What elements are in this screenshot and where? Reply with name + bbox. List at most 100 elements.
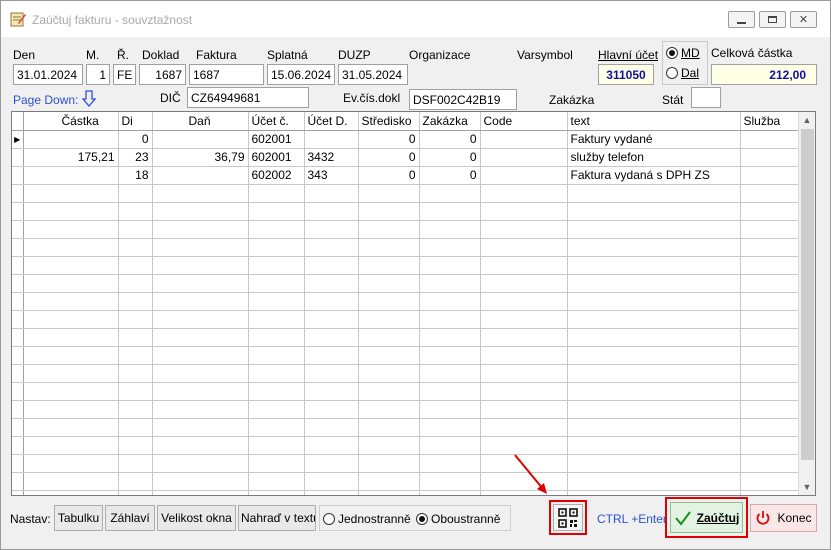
- table-cell[interactable]: 0: [358, 130, 420, 149]
- table-cell[interactable]: [118, 400, 153, 419]
- table-cell[interactable]: [23, 202, 119, 221]
- table-cell[interactable]: [248, 292, 305, 311]
- title-bar[interactable]: Zaúčtuj fakturu - souvztažnost ✕: [1, 1, 830, 37]
- table-cell[interactable]: [248, 238, 305, 257]
- table-cell[interactable]: [152, 202, 249, 221]
- table-cell[interactable]: [152, 364, 249, 383]
- table-cell[interactable]: 0: [358, 148, 420, 167]
- table-cell[interactable]: [419, 490, 481, 495]
- konec-button[interactable]: Konec: [750, 504, 817, 532]
- faktura-field[interactable]: 1687: [189, 64, 264, 85]
- table-cell[interactable]: [480, 310, 568, 329]
- table-row[interactable]: ▶ 0 602001 0 0 Faktury vydané: [12, 130, 801, 149]
- table-cell[interactable]: [152, 490, 249, 495]
- table-cell[interactable]: [304, 472, 359, 491]
- dic-field[interactable]: CZ64949681: [187, 87, 309, 108]
- column-header[interactable]: Daň: [152, 112, 249, 131]
- nahrad-v-textu-button[interactable]: Nahraď v textu: [238, 505, 316, 531]
- table-cell[interactable]: [358, 382, 420, 401]
- table-cell[interactable]: [419, 238, 481, 257]
- table-cell[interactable]: [23, 238, 119, 257]
- tabulku-button[interactable]: Tabulku: [54, 505, 103, 531]
- table-cell[interactable]: [419, 382, 481, 401]
- table-cell[interactable]: [358, 274, 420, 293]
- table-cell[interactable]: 36,79: [152, 148, 249, 167]
- dal-radio[interactable]: Dal: [666, 66, 699, 80]
- table-cell[interactable]: [480, 400, 568, 419]
- table-cell[interactable]: [419, 310, 481, 329]
- table-cell[interactable]: [304, 364, 359, 383]
- line-items-grid[interactable]: Částka Di Daň Účet č. Účet D. Středisko Zakázk…: [11, 111, 816, 496]
- row-indicator[interactable]: [12, 436, 24, 455]
- table-cell[interactable]: [304, 382, 359, 401]
- column-header[interactable]: Středisko: [358, 112, 420, 131]
- table-row[interactable]: [12, 292, 801, 311]
- table-cell[interactable]: [152, 166, 249, 185]
- row-indicator[interactable]: [12, 418, 24, 437]
- table-cell[interactable]: [567, 274, 741, 293]
- table-cell[interactable]: [567, 238, 741, 257]
- table-cell[interactable]: [304, 454, 359, 473]
- table-cell[interactable]: [358, 400, 420, 419]
- table-cell[interactable]: [358, 256, 420, 275]
- table-row[interactable]: [12, 256, 801, 275]
- row-indicator[interactable]: [12, 472, 24, 491]
- table-cell[interactable]: [304, 436, 359, 455]
- table-cell[interactable]: [23, 256, 119, 275]
- table-cell[interactable]: [358, 328, 420, 347]
- table-cell[interactable]: [248, 310, 305, 329]
- table-cell[interactable]: [480, 382, 568, 401]
- table-cell[interactable]: [152, 256, 249, 275]
- column-header[interactable]: Zakázka: [419, 112, 481, 131]
- table-cell[interactable]: [152, 292, 249, 311]
- table-cell[interactable]: [248, 202, 305, 221]
- table-cell[interactable]: [567, 202, 741, 221]
- table-cell[interactable]: [304, 202, 359, 221]
- table-cell[interactable]: [740, 238, 801, 257]
- table-cell[interactable]: [118, 274, 153, 293]
- table-cell[interactable]: [740, 328, 801, 347]
- table-cell[interactable]: [152, 472, 249, 491]
- table-cell[interactable]: [358, 238, 420, 257]
- table-cell[interactable]: [248, 364, 305, 383]
- table-cell[interactable]: [419, 364, 481, 383]
- row-indicator[interactable]: [12, 184, 24, 203]
- table-cell[interactable]: [740, 490, 801, 495]
- table-row[interactable]: [12, 238, 801, 257]
- table-cell[interactable]: Faktury vydané: [567, 130, 741, 149]
- row-indicator[interactable]: [12, 274, 24, 293]
- table-cell[interactable]: [118, 490, 153, 495]
- table-cell[interactable]: [480, 184, 568, 203]
- table-cell[interactable]: [480, 130, 568, 149]
- ev-cis-field[interactable]: DSF002C42B19: [409, 89, 517, 110]
- table-cell[interactable]: [23, 310, 119, 329]
- doklad-field[interactable]: 1687: [139, 64, 186, 85]
- table-cell[interactable]: [567, 454, 741, 473]
- table-row[interactable]: [12, 382, 801, 401]
- table-cell[interactable]: [740, 454, 801, 473]
- table-cell[interactable]: [480, 418, 568, 437]
- row-indicator[interactable]: [12, 328, 24, 347]
- table-cell[interactable]: [304, 346, 359, 365]
- table-row[interactable]: [12, 490, 801, 495]
- table-cell[interactable]: 3432: [304, 148, 359, 167]
- table-cell[interactable]: 602002: [248, 166, 305, 185]
- table-cell[interactable]: [248, 328, 305, 347]
- table-cell[interactable]: [23, 436, 119, 455]
- table-cell[interactable]: [740, 310, 801, 329]
- table-cell[interactable]: 0: [419, 148, 481, 167]
- table-cell[interactable]: [118, 364, 153, 383]
- table-row[interactable]: 175,21 23 36,79 602001 3432 0 0 služby telefon: [12, 148, 801, 167]
- column-header[interactable]: Code: [480, 112, 568, 131]
- table-cell[interactable]: [480, 328, 568, 347]
- table-cell[interactable]: [740, 130, 801, 149]
- table-cell[interactable]: 18: [118, 166, 153, 185]
- table-cell[interactable]: [118, 382, 153, 401]
- hlavni-ucet-field[interactable]: 311050: [598, 64, 654, 85]
- table-cell[interactable]: [152, 274, 249, 293]
- minimize-button[interactable]: [728, 11, 755, 28]
- table-cell[interactable]: [567, 292, 741, 311]
- table-cell[interactable]: 343: [304, 166, 359, 185]
- table-cell[interactable]: [567, 472, 741, 491]
- table-cell[interactable]: služby telefon: [567, 148, 741, 167]
